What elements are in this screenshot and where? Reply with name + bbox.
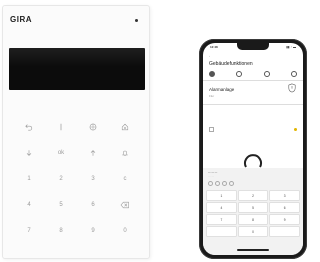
numpad-key[interactable]: 2 bbox=[237, 190, 269, 201]
sensor-indicator bbox=[135, 19, 138, 22]
home-icon bbox=[121, 123, 129, 131]
numpad-key[interactable]: 7 bbox=[206, 214, 237, 225]
divider bbox=[203, 80, 303, 81]
arrow-up-icon bbox=[90, 150, 96, 156]
pin-dot bbox=[208, 181, 213, 186]
room-label: · bbox=[209, 83, 210, 86]
key-c[interactable]: c bbox=[109, 166, 141, 192]
key-5[interactable]: 5 bbox=[45, 192, 77, 218]
key-3[interactable]: 3 bbox=[77, 166, 109, 192]
loading-spinner-icon bbox=[244, 154, 262, 168]
brand-logo: GIRA bbox=[10, 15, 32, 24]
status-dot-icon bbox=[294, 127, 297, 131]
arrow-up-key[interactable] bbox=[77, 140, 109, 166]
device-location: Flur bbox=[209, 94, 215, 98]
tab-icon[interactable] bbox=[290, 71, 297, 77]
device-title: Alarmanlage bbox=[209, 87, 235, 92]
ok-key[interactable]: ok bbox=[45, 140, 77, 166]
arrow-down-key[interactable] bbox=[13, 140, 45, 166]
key-2[interactable]: 2 bbox=[45, 166, 77, 192]
status-row bbox=[209, 126, 297, 132]
numpad-key[interactable]: 4 bbox=[206, 202, 237, 213]
numpad: 1 2 3 4 5 6 7 8 9 0 bbox=[206, 190, 300, 237]
numpad-key[interactable]: 8 bbox=[237, 214, 269, 225]
status-icons: ▮▮ ◔ ▬ bbox=[286, 45, 296, 49]
numpad-key[interactable]: 9 bbox=[269, 214, 300, 225]
key-4[interactable]: 4 bbox=[13, 192, 45, 218]
tab-icon[interactable] bbox=[236, 71, 243, 77]
arrow-down-icon bbox=[26, 150, 32, 156]
pin-entry-panel: — — — · · · · · 1 2 3 4 5 6 7 8 9 0 bbox=[203, 168, 303, 255]
keypad-keys: ok 1 2 3 c 4 5 6 7 8 9 0 bbox=[13, 114, 141, 244]
key-1[interactable]: 1 bbox=[13, 166, 45, 192]
backspace-icon bbox=[120, 201, 129, 209]
display-glare bbox=[9, 48, 145, 67]
backspace-key[interactable] bbox=[109, 192, 141, 218]
checkbox-icon[interactable] bbox=[209, 126, 214, 132]
pin-dots bbox=[208, 181, 234, 186]
bell-key[interactable] bbox=[109, 140, 141, 166]
numpad-key[interactable]: 5 bbox=[237, 202, 269, 213]
smartphone: 12:48 ▮▮ ◔ ▬ ‹ Gebäudefunktionen · Alarm… bbox=[199, 39, 307, 259]
back-link[interactable]: ‹ bbox=[209, 55, 210, 58]
numpad-delete-key[interactable] bbox=[269, 226, 300, 237]
bar-icon bbox=[60, 123, 62, 131]
numpad-empty-key bbox=[206, 226, 237, 237]
pin-dot bbox=[215, 181, 220, 186]
return-key[interactable] bbox=[13, 114, 45, 140]
numpad-key[interactable]: 3 bbox=[269, 190, 300, 201]
numpad-key[interactable]: 0 bbox=[237, 226, 269, 237]
home-indicator bbox=[237, 249, 269, 251]
pin-dot bbox=[229, 181, 234, 186]
alarm-keypad-device: GIRA ok 1 2 3 c 4 5 6 7 8 9 0 bbox=[2, 5, 150, 259]
status-time: 12:48 bbox=[210, 45, 218, 49]
key-0[interactable]: 0 bbox=[109, 218, 141, 244]
key-9[interactable]: 9 bbox=[77, 218, 109, 244]
phone-screen: 12:48 ▮▮ ◔ ▬ ‹ Gebäudefunktionen · Alarm… bbox=[203, 43, 303, 255]
phone-notch bbox=[237, 43, 269, 50]
home-key[interactable] bbox=[109, 114, 141, 140]
bar-key[interactable] bbox=[45, 114, 77, 140]
key-7[interactable]: 7 bbox=[13, 218, 45, 244]
function-tabs bbox=[209, 70, 297, 78]
key-8[interactable]: 8 bbox=[45, 218, 77, 244]
shield-icon[interactable] bbox=[288, 83, 296, 93]
key-6[interactable]: 6 bbox=[77, 192, 109, 218]
tab-active-icon[interactable] bbox=[209, 71, 215, 77]
pin-title: — — — bbox=[208, 171, 218, 174]
pin-dot bbox=[222, 181, 227, 186]
bell-icon bbox=[122, 150, 128, 156]
keypad-display bbox=[9, 48, 145, 90]
tab-icon[interactable] bbox=[263, 71, 270, 77]
globe-icon bbox=[89, 123, 97, 131]
globe-key[interactable] bbox=[77, 114, 109, 140]
numpad-key[interactable]: 1 bbox=[206, 190, 237, 201]
page-title: Gebäudefunktionen bbox=[209, 61, 253, 67]
divider bbox=[203, 104, 303, 105]
numpad-key[interactable]: 6 bbox=[269, 202, 300, 213]
return-icon bbox=[25, 124, 33, 131]
pin-subtitle: · · · · · bbox=[208, 176, 215, 178]
